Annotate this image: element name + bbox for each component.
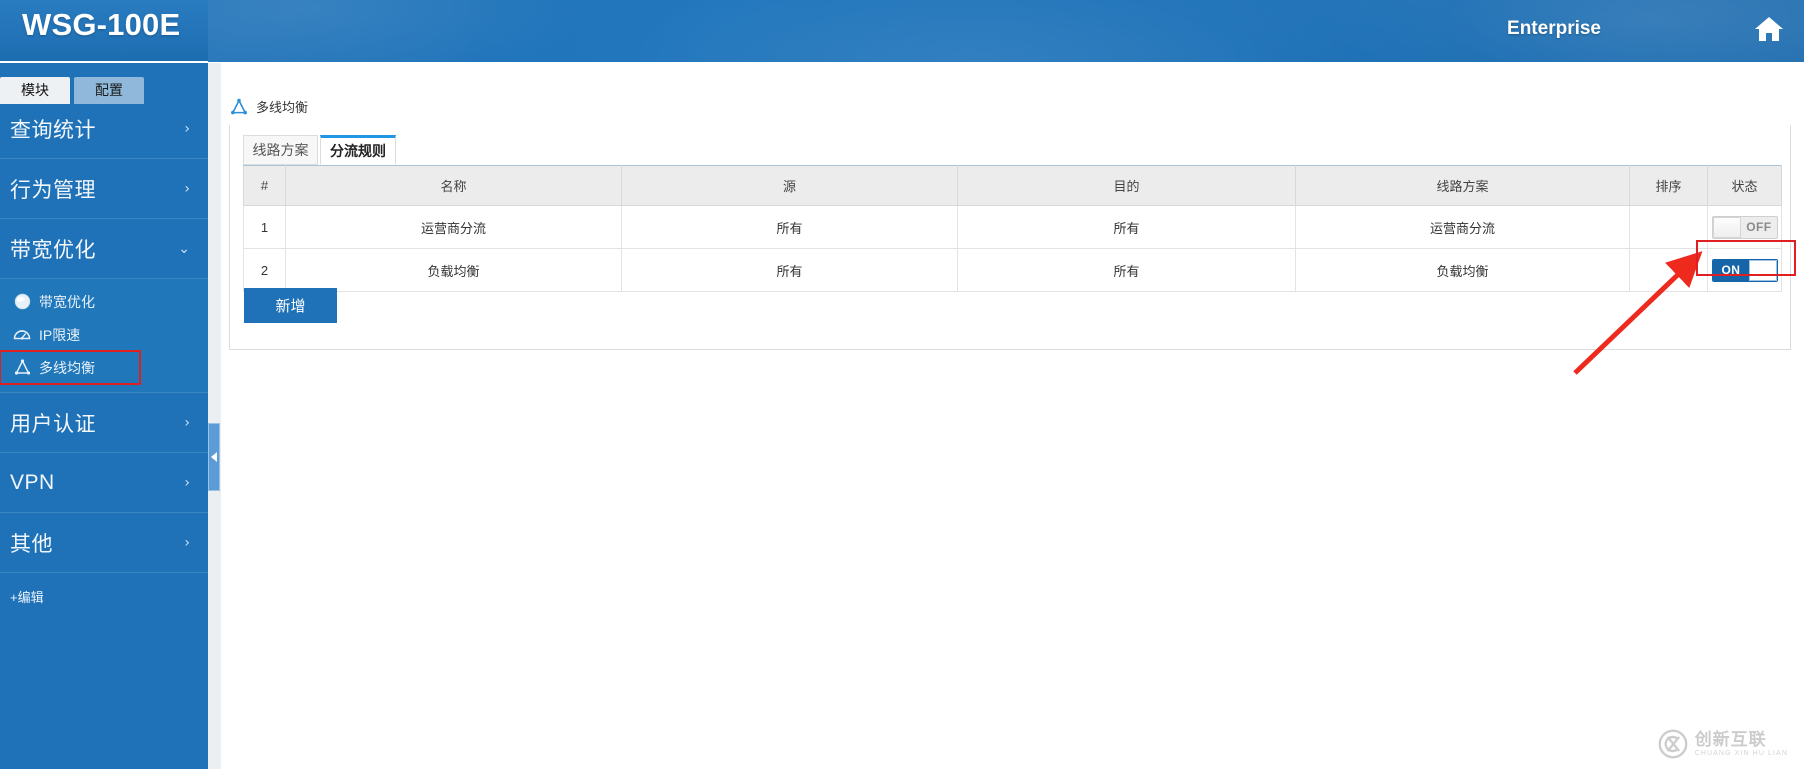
sidebar-collapse-handle[interactable] bbox=[208, 423, 220, 491]
panel-tabs: 线路方案 分流规则 bbox=[230, 125, 1790, 165]
sidebar-group-query-stats[interactable]: 查询统计 › bbox=[0, 99, 208, 159]
table-header-row: # 名称 源 目的 线路方案 排序 状态 bbox=[243, 165, 1782, 206]
toggle-label: OFF bbox=[1746, 219, 1772, 234]
breadcrumb: 多线均衡 bbox=[230, 97, 308, 116]
cell-sort bbox=[1629, 248, 1708, 292]
sidebar-item-bandwidth-optimization[interactable]: 带宽优化 bbox=[0, 285, 208, 318]
sidebar-group-label: 用户认证 bbox=[10, 412, 96, 436]
content-panel: 线路方案 分流规则 # 名称 源 目的 线路方案 排序 状态 1 运营商分流 所… bbox=[229, 125, 1791, 350]
toggle-knob bbox=[1748, 259, 1777, 281]
gauge-icon bbox=[12, 325, 32, 345]
col-header-sort: 排序 bbox=[1629, 165, 1708, 206]
top-header-bar: WSG-100E Enterprise bbox=[0, 0, 1804, 62]
chevron-right-icon: › bbox=[184, 534, 190, 551]
sidebar-submenu-bandwidth: 带宽优化 IP限速 多线均衡 bbox=[0, 279, 208, 393]
toggle-label: ON bbox=[1721, 262, 1741, 277]
cell-index: 1 bbox=[243, 205, 286, 249]
add-button[interactable]: 新增 bbox=[244, 288, 337, 323]
sidebar-item-label: 带宽优化 bbox=[39, 293, 95, 310]
account-label: Enterprise bbox=[1507, 18, 1601, 39]
cell-state: ON bbox=[1707, 248, 1782, 292]
sidebar-group-label: VPN bbox=[10, 470, 55, 494]
status-toggle-row-1[interactable]: OFF bbox=[1711, 215, 1778, 239]
sphere-icon bbox=[12, 292, 32, 312]
sidebar-group-others[interactable]: 其他 › bbox=[0, 513, 208, 573]
sidebar-group-label: 查询统计 bbox=[10, 118, 96, 142]
chevron-right-icon: › bbox=[184, 474, 190, 491]
cell-dest: 所有 bbox=[957, 248, 1296, 292]
balance-icon bbox=[230, 98, 248, 116]
table-row: 2 负载均衡 所有 所有 负载均衡 ON bbox=[243, 248, 1782, 292]
cell-sort bbox=[1629, 205, 1708, 249]
home-icon[interactable] bbox=[1752, 13, 1786, 45]
sidebar-item-label: IP限速 bbox=[39, 326, 81, 343]
cell-name: 负载均衡 bbox=[285, 248, 622, 292]
cell-dest: 所有 bbox=[957, 205, 1296, 249]
col-header-source: 源 bbox=[621, 165, 958, 206]
chevron-right-icon: › bbox=[184, 414, 190, 431]
status-toggle-row-2[interactable]: ON bbox=[1711, 258, 1778, 282]
tab-line-plan[interactable]: 线路方案 bbox=[243, 135, 318, 165]
sidebar-group-vpn[interactable]: VPN › bbox=[0, 453, 208, 513]
main-content: 多线均衡 线路方案 分流规则 # 名称 源 目的 线路方案 排序 状态 1 运营… bbox=[208, 63, 1804, 769]
sidebar-group-label: 带宽优化 bbox=[10, 238, 96, 262]
app-brand-title: WSG-100E bbox=[22, 7, 181, 42]
col-header-dest: 目的 bbox=[957, 165, 1296, 206]
table-row: 1 运营商分流 所有 所有 运营商分流 OFF bbox=[243, 205, 1782, 249]
sidebar-group-label: 其他 bbox=[10, 532, 53, 556]
app-root: WSG-100E Enterprise 模块 配置 查询统计 › 行为管理 › … bbox=[0, 0, 1804, 769]
balance-icon bbox=[12, 358, 32, 378]
sidebar-item-ip-rate-limit[interactable]: IP限速 bbox=[0, 318, 208, 351]
sidebar-edit-link[interactable]: +编辑 bbox=[0, 587, 208, 606]
sidebar: 模块 配置 查询统计 › 行为管理 › 带宽优化 ⌄ 带宽优化 IP限速 多线均… bbox=[0, 63, 208, 769]
cell-state: OFF bbox=[1707, 205, 1782, 249]
sidebar-group-user-auth[interactable]: 用户认证 › bbox=[0, 393, 208, 453]
col-header-name: 名称 bbox=[285, 165, 622, 206]
col-header-index: # bbox=[243, 165, 286, 206]
sidebar-item-label: 多线均衡 bbox=[39, 359, 95, 376]
rules-table: # 名称 源 目的 线路方案 排序 状态 1 运营商分流 所有 所有 运营商分流… bbox=[243, 165, 1782, 292]
chevron-left-icon bbox=[211, 452, 217, 462]
cell-index: 2 bbox=[243, 248, 286, 292]
toggle-knob bbox=[1712, 216, 1741, 238]
sidebar-item-multiline-balance[interactable]: 多线均衡 bbox=[0, 350, 141, 385]
col-header-state: 状态 bbox=[1707, 165, 1782, 206]
tab-split-rules[interactable]: 分流规则 bbox=[320, 135, 396, 165]
cell-plan: 负载均衡 bbox=[1295, 248, 1630, 292]
chevron-right-icon: › bbox=[184, 120, 190, 137]
breadcrumb-title: 多线均衡 bbox=[256, 100, 309, 115]
sidebar-mode-tabs: 模块 配置 bbox=[0, 63, 208, 104]
sidebar-group-bandwidth-opt[interactable]: 带宽优化 ⌄ bbox=[0, 219, 208, 279]
sidebar-group-label: 行为管理 bbox=[10, 178, 96, 202]
cell-plan: 运营商分流 bbox=[1295, 205, 1630, 249]
chevron-down-icon: ⌄ bbox=[178, 240, 190, 257]
chevron-right-icon: › bbox=[184, 180, 190, 197]
cell-source: 所有 bbox=[621, 205, 958, 249]
col-header-plan: 线路方案 bbox=[1295, 165, 1630, 206]
cell-name: 运营商分流 bbox=[285, 205, 622, 249]
sidebar-group-behavior-mgmt[interactable]: 行为管理 › bbox=[0, 159, 208, 219]
rules-table-wrapper: # 名称 源 目的 线路方案 排序 状态 1 运营商分流 所有 所有 运营商分流… bbox=[243, 165, 1782, 292]
cell-source: 所有 bbox=[621, 248, 958, 292]
